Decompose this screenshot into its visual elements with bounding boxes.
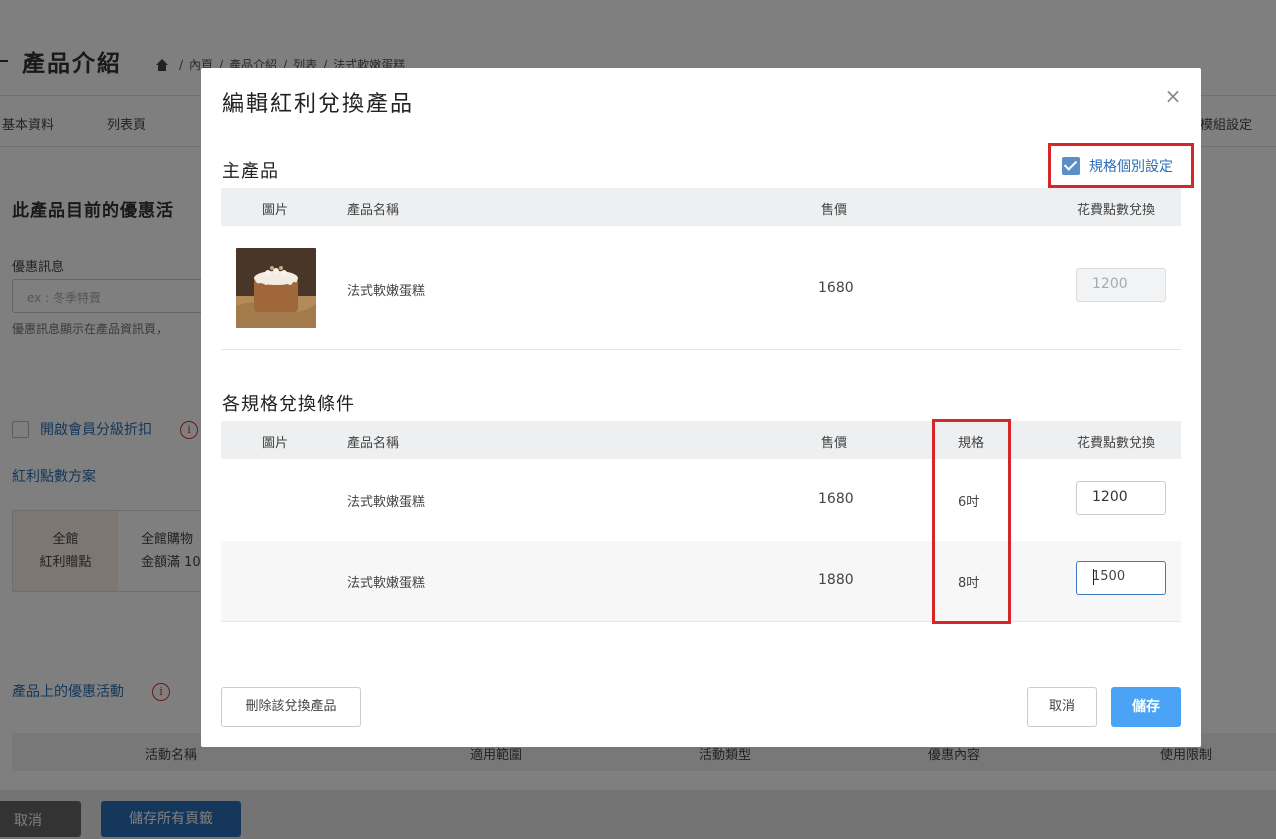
cake-image [236,248,316,328]
main-points-input: 1200 [1076,268,1166,302]
spec-individual-toggle[interactable]: 規格個別設定 [1048,143,1194,188]
variant-points-input[interactable]: 1200 [1076,481,1166,515]
col-points: 花費點數兌換 [1077,203,1156,218]
main-product-heading: 主產品 [222,161,279,182]
edit-bonus-product-modal: 編輯紅利兌換產品 × 主產品 規格個別設定 圖片 產品名稱 售價 花費點數兌換 [201,68,1201,747]
main-product-row: 法式軟嫩蛋糕 1680 1200 [221,226,1181,349]
col-price: 售價 [821,203,848,218]
col-product-name: 產品名稱 [347,436,400,451]
variant-name: 法式軟嫩蛋糕 [347,576,426,591]
col-points: 花費點數兌換 [1077,436,1156,451]
checkbox-checked-icon[interactable] [1062,156,1080,175]
col-product-name: 產品名稱 [347,203,400,218]
save-button[interactable]: 儲存 [1111,687,1181,727]
variant-row: 法式軟嫩蛋糕 1680 6吋 1200 [221,459,1181,541]
product-price: 1680 [818,280,854,296]
modal-title: 編輯紅利兌換產品 [222,92,415,117]
col-image: 圖片 [262,436,289,451]
variant-row: 法式軟嫩蛋糕 1880 8吋 1500 [221,541,1181,621]
variant-spec: 8吋 [958,576,980,591]
variant-price: 1680 [818,491,854,507]
cancel-button[interactable]: 取消 [1027,687,1097,727]
variants-table-header: 圖片 產品名稱 售價 規格 花費點數兌換 [221,421,1181,459]
divider [221,621,1181,622]
col-image: 圖片 [262,203,289,218]
text-caret [1093,569,1094,585]
variant-name: 法式軟嫩蛋糕 [347,495,426,510]
spec-toggle-label[interactable]: 規格個別設定 [1089,156,1173,176]
variant-spec: 6吋 [958,495,980,510]
product-name: 法式軟嫩蛋糕 [347,284,426,299]
variants-heading: 各規格兌換條件 [222,394,355,415]
col-spec: 規格 [958,436,985,451]
delete-bonus-product-button[interactable]: 刪除該兌換產品 [221,687,361,727]
divider [221,349,1181,350]
close-icon[interactable]: × [1163,86,1183,106]
main-product-table-header: 圖片 產品名稱 售價 花費點數兌換 [221,188,1181,226]
variant-price: 1880 [818,572,854,588]
col-price: 售價 [821,436,848,451]
variant-points-input-focused[interactable]: 1500 [1076,561,1166,595]
